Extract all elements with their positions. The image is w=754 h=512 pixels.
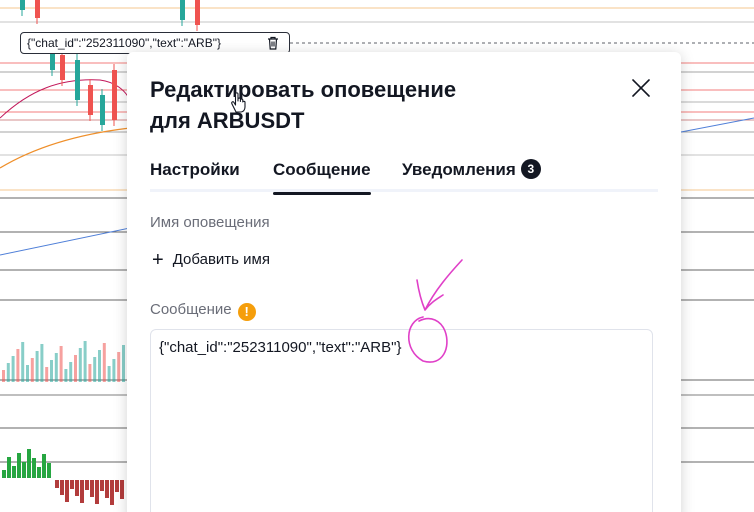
histogram-bar <box>17 453 21 478</box>
tab-message[interactable]: Сообщение <box>273 158 371 195</box>
candle-body <box>180 0 185 20</box>
message-textarea[interactable] <box>150 329 653 512</box>
tab-notifications[interactable]: Уведомления 3 <box>402 158 541 192</box>
histogram-bar <box>70 480 74 489</box>
notifications-count-badge: 3 <box>520 159 541 179</box>
candle-body <box>75 60 80 100</box>
histogram-bar <box>47 463 51 478</box>
histogram-bar <box>22 462 26 478</box>
volume-bar <box>78 348 82 382</box>
volume-bar <box>40 344 44 382</box>
volume-bar <box>88 364 92 382</box>
volume-bar <box>21 342 25 382</box>
alert-name-label: Имя оповещения <box>150 214 270 231</box>
volume-bar <box>74 355 77 382</box>
histogram-bar <box>37 467 41 478</box>
histogram-bar <box>100 480 104 491</box>
histogram-bar <box>7 457 11 478</box>
histogram-bar <box>120 480 124 499</box>
histogram-bar <box>32 458 36 478</box>
moving-average-line <box>0 127 131 169</box>
candle-body <box>88 85 93 115</box>
volume-bar <box>122 345 125 382</box>
volume-bar <box>117 352 121 382</box>
trash-icon[interactable] <box>265 35 281 51</box>
plus-icon: + <box>152 248 164 271</box>
add-name-label: Добавить имя <box>172 251 270 268</box>
candle-body <box>20 0 25 10</box>
volume-bar <box>69 362 73 382</box>
histogram-bar <box>115 480 119 492</box>
volume-bar <box>11 356 15 382</box>
histogram-bar <box>95 480 99 504</box>
histogram-bar <box>90 480 94 497</box>
add-name-button[interactable]: + Добавить имя <box>152 248 270 271</box>
volume-bar <box>64 369 68 382</box>
histogram-bar <box>80 480 84 503</box>
volume-bar <box>30 358 34 382</box>
candle-body <box>35 0 40 18</box>
tab-settings[interactable]: Настройки <box>150 158 240 192</box>
candle-body <box>100 95 105 125</box>
warning-icon[interactable]: ! <box>237 303 256 321</box>
volume-bar <box>93 357 97 382</box>
volume-bar <box>6 363 10 382</box>
volume-bar <box>2 370 5 382</box>
histogram-bar <box>60 480 64 495</box>
dialog-tabs: Настройки Сообщение Уведомления 3 <box>150 158 658 195</box>
close-icon[interactable] <box>627 74 655 102</box>
candle-body <box>112 70 117 120</box>
histogram-bar <box>105 480 109 498</box>
volume-bar <box>59 346 63 382</box>
histogram-bar <box>75 480 79 496</box>
volume-bar <box>107 366 111 382</box>
hand-cursor-icon <box>231 92 246 113</box>
candle-body <box>195 0 200 25</box>
chart-alert-label[interactable]: {"chat_id":"252311090","text":"ARB"} <box>20 32 290 54</box>
histogram-bar <box>2 470 6 478</box>
edit-alert-dialog: Редактировать оповещение для ARBUSDT Нас… <box>127 52 681 512</box>
volume-bar <box>45 367 49 382</box>
histogram-bar <box>27 449 31 478</box>
histogram-bar <box>85 480 89 490</box>
alert-label-text: {"chat_id":"252311090","text":"ARB"} <box>27 36 221 50</box>
histogram-bar <box>12 466 16 478</box>
message-label: Сообщение! <box>150 301 256 321</box>
dialog-title: Редактировать оповещение для ARBUSDT <box>150 77 457 133</box>
volume-bar <box>98 350 101 382</box>
histogram-bar <box>55 480 59 488</box>
candle-body <box>60 55 65 80</box>
volume-bar <box>102 343 106 382</box>
histogram-bar <box>65 480 69 502</box>
volume-bar <box>83 341 87 382</box>
volume-bar <box>112 359 116 382</box>
volume-bar <box>50 360 53 382</box>
volume-bar <box>16 349 20 382</box>
volume-bar <box>54 353 58 382</box>
histogram-bar <box>42 454 46 478</box>
volume-bar <box>35 351 39 382</box>
volume-bar <box>26 365 29 382</box>
histogram-bar <box>110 480 114 505</box>
